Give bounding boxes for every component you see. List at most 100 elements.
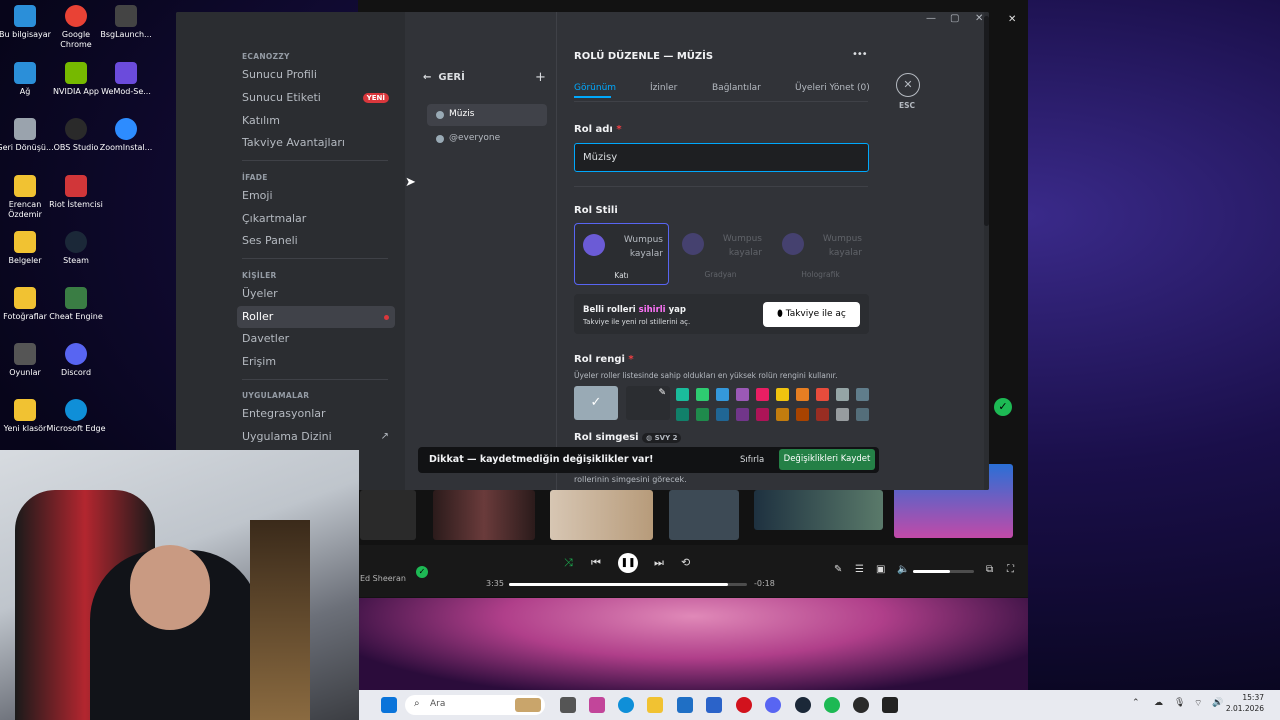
tab-permissions[interactable]: İzinler	[650, 83, 677, 93]
color-swatch[interactable]	[856, 408, 869, 421]
sidebar-item-server-tag[interactable]: Sunucu Etiketi YENİ	[237, 87, 395, 109]
sidebar-item-emoji[interactable]: Emoji	[237, 185, 395, 207]
devices-icon[interactable]: ▣	[876, 564, 885, 575]
sidebar-item-boost-perks[interactable]: Takviye Avantajları	[237, 132, 395, 154]
tab-links[interactable]: Bağlantılar	[712, 83, 761, 93]
liked-check-icon[interactable]: ✓	[416, 566, 428, 578]
previous-icon[interactable]: ⏮	[591, 556, 601, 570]
discord-icon[interactable]	[765, 697, 781, 713]
progress-track[interactable]	[509, 583, 747, 586]
color-swatch[interactable]	[756, 388, 769, 401]
desktop-icon-bsglauncher[interactable]: BsgLaunch...	[96, 5, 156, 40]
desktop-icon-riot[interactable]: Riot İstemcisi	[46, 175, 106, 210]
scrollbar-thumb[interactable]	[984, 16, 989, 226]
color-swatch[interactable]	[836, 408, 849, 421]
role-item-muzis[interactable]: Müzis	[427, 104, 547, 126]
pause-button[interactable]: ❚❚	[618, 553, 638, 573]
role-name-input[interactable]	[574, 143, 869, 172]
sidebar-item-access[interactable]: Erişim	[237, 351, 395, 373]
role-item-everyone[interactable]: @everyone	[427, 128, 547, 150]
sidebar-item-roles[interactable]: Roller	[237, 306, 395, 328]
lyrics-icon[interactable]: ✎	[834, 564, 842, 575]
window-close-button[interactable]: ✕	[975, 13, 983, 24]
repeat-icon[interactable]: ⟲	[681, 556, 690, 569]
queue-icon[interactable]: ☰	[855, 564, 864, 575]
scrollbar-track[interactable]	[984, 12, 989, 490]
color-swatch[interactable]	[696, 388, 709, 401]
style-option-gradient[interactable]: Wumpus kayalar Gradyan	[674, 223, 769, 285]
copilot-icon[interactable]	[589, 697, 605, 713]
color-swatch[interactable]	[796, 408, 809, 421]
opera-icon[interactable]	[736, 697, 752, 713]
edge-icon[interactable]	[618, 697, 634, 713]
task-view-icon[interactable]	[560, 697, 576, 713]
thumbnail[interactable]	[433, 490, 535, 540]
desktop-icon-zoom[interactable]: ZoomInstal...	[96, 118, 156, 153]
close-button[interactable]: ✕	[896, 73, 920, 97]
tab-manage-members[interactable]: Üyeleri Yönet (0)	[795, 83, 870, 93]
steam-icon[interactable]	[795, 697, 811, 713]
desktop-icon-wemod[interactable]: WeMod-Se...	[96, 62, 156, 97]
sidebar-item-stickers[interactable]: Çıkartmalar	[237, 208, 395, 230]
epic-games-icon[interactable]	[882, 697, 898, 713]
sidebar-item-soundboard[interactable]: Ses Paneli	[237, 230, 395, 252]
boost-unlock-button[interactable]: ⬮ Takviye ile aç	[763, 302, 860, 327]
thumbnail[interactable]	[360, 490, 416, 540]
search-box[interactable]: ⌕ Ara	[405, 695, 545, 715]
sidebar-item-onboarding[interactable]: Katılım	[237, 110, 395, 132]
color-swatch[interactable]	[816, 408, 829, 421]
thumbnail[interactable]	[669, 490, 739, 540]
spotify-icon[interactable]	[824, 697, 840, 713]
volume-slider[interactable]	[913, 570, 974, 573]
sidebar-item-server-profile[interactable]: Sunucu Profili	[237, 64, 395, 86]
sidebar-item-app-directory[interactable]: Uygulama Dizini ↗	[237, 426, 395, 448]
thumbnail[interactable]	[550, 490, 653, 540]
microphone-icon[interactable]: 🎙	[1174, 698, 1185, 708]
color-swatch[interactable]	[776, 388, 789, 401]
color-swatch[interactable]	[796, 388, 809, 401]
sidebar-item-invites[interactable]: Davetler	[237, 328, 395, 350]
save-changes-button[interactable]: Değişiklikleri Kaydet	[779, 449, 875, 470]
clock-time[interactable]: 15:37	[1232, 693, 1264, 702]
volume-icon[interactable]: 🔈	[897, 564, 909, 575]
color-swatch[interactable]	[676, 408, 689, 421]
color-swatch[interactable]	[716, 408, 729, 421]
shuffle-icon[interactable]: ⤨	[564, 556, 573, 570]
thumbnail[interactable]	[754, 490, 883, 530]
media-close-button[interactable]: ✕	[1008, 14, 1016, 25]
color-swatch[interactable]	[736, 408, 749, 421]
tab-display[interactable]: Görünüm	[574, 83, 616, 93]
color-swatch[interactable]	[756, 408, 769, 421]
color-swatch[interactable]	[816, 388, 829, 401]
artist-name[interactable]: Ed Sheeran	[360, 574, 406, 583]
minimize-button[interactable]: —	[926, 13, 936, 24]
sidebar-item-integrations[interactable]: Entegrasyonlar	[237, 403, 395, 425]
sidebar-item-members[interactable]: Üyeler	[237, 283, 395, 305]
style-option-solid[interactable]: Wumpus kayalar Katı	[574, 223, 669, 285]
network-tray-icon[interactable]: ☁	[1154, 698, 1163, 708]
color-swatch[interactable]	[836, 388, 849, 401]
obs-icon[interactable]	[853, 697, 869, 713]
back-button[interactable]: ← GERİ	[423, 72, 465, 83]
miniplayer-icon[interactable]: ⧉	[986, 564, 993, 575]
color-swatch[interactable]	[736, 388, 749, 401]
fullscreen-icon[interactable]: ⛶	[1007, 564, 1014, 575]
create-role-button[interactable]: +	[535, 70, 546, 85]
file-explorer-icon[interactable]	[647, 697, 663, 713]
reset-button[interactable]: Sıfırla	[740, 455, 764, 465]
desktop-icon-edge[interactable]: Microsoft Edge	[46, 399, 106, 434]
next-icon[interactable]: ⏭	[654, 556, 664, 570]
desktop-icon-cheat-engine[interactable]: Cheat Engine	[46, 287, 106, 322]
wifi-icon[interactable]: ⌔	[1194, 698, 1202, 709]
color-swatch[interactable]	[696, 408, 709, 421]
outlook-icon[interactable]	[706, 697, 722, 713]
more-options-icon[interactable]: •••	[852, 49, 868, 60]
default-color-swatch[interactable]: ✓	[574, 386, 618, 420]
color-swatch[interactable]	[856, 388, 869, 401]
maximize-button[interactable]: ▢	[950, 13, 959, 24]
style-option-holographic[interactable]: Wumpus kayalar Holografik	[774, 223, 869, 285]
custom-color-swatch[interactable]: ✎	[626, 386, 670, 420]
color-swatch[interactable]	[716, 388, 729, 401]
start-icon[interactable]	[381, 697, 397, 713]
clock-date[interactable]: 2.01.2026	[1221, 704, 1264, 713]
